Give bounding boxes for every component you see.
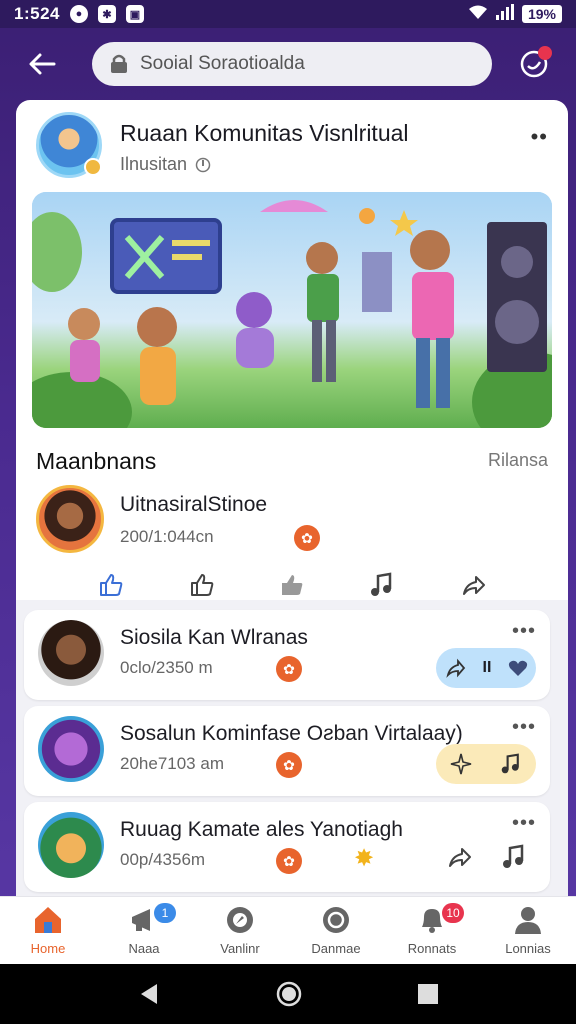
pause-icon: II [482,659,492,676]
music-note-icon [371,572,392,596]
comment-avatar[interactable] [36,485,104,553]
feed-avatar[interactable] [38,620,104,686]
nav-label: Naaa [128,941,160,956]
more-options-icon[interactable]: ••• [512,716,536,739]
feed-avatar[interactable] [38,812,104,878]
status-time: 1:524 [14,4,60,23]
feed-item[interactable]: Siosila Kan Wlranas 0clo/2350 m ✿ ••• II [24,610,550,700]
post-subtitle-text: Ilnusitan [120,154,188,174]
post-card: Ruaan Komunitas Visnlritual Ilnusitan •• [16,100,568,610]
signal-icon [495,3,514,25]
nav-community[interactable]: Danmae [288,897,384,964]
system-nav-bar [0,964,576,1024]
community-illustration [32,192,552,428]
comment-timestamp: 200/1:044cn [120,527,214,546]
sparkle-icon [450,753,472,775]
nav-label: Home [30,941,66,956]
nav-profile[interactable]: Lonnias [480,897,576,964]
post-action-bar [16,565,568,605]
reaction-pill[interactable]: II [436,648,536,688]
search-placeholder: Sooial Soraotioalda [140,53,305,74]
thumbs-up-icon [100,574,123,596]
feed-item-title: Sosalun Kominfase Oƨban Virtalaay) [120,722,463,745]
back-triangle-icon[interactable] [137,982,161,1006]
comment-row[interactable]: UitnasiralStinoe 200/1:044cn ✿ [36,485,548,560]
share-button[interactable] [453,567,493,603]
home-icon [35,907,61,933]
reaction-chip-icon[interactable]: ✿ [276,656,302,682]
status-bar: 1:524 ● ✱ ▣ 19% [0,0,576,28]
feed-avatar[interactable] [38,716,104,782]
info-icon [195,157,211,172]
comment-button[interactable] [182,567,222,603]
share-icon [462,576,485,595]
heart-icon [508,660,527,676]
feed-list: Siosila Kan Wlranas 0clo/2350 m ✿ ••• II… [16,600,568,896]
star-outline-icon [446,658,466,678]
search-input[interactable]: Sooial Soraotioalda [92,42,492,86]
battery-indicator: 19% [521,5,562,23]
comment-author-name: UitnasiralStinoe [120,493,268,516]
feed-item-meta: 0clo/2350 m [120,658,213,677]
back-button[interactable] [22,44,62,84]
nav-home[interactable]: Home [0,897,96,964]
feed-item-meta: 00p/4356m [120,850,206,869]
arrow-left-icon [29,53,56,75]
post-header: Ruaan Komunitas Visnlritual Ilnusitan •• [36,112,548,182]
section-label: Maanbnans [36,448,157,474]
bottom-nav: Home Naaa 1 Vanlinr Danmae Ronnats 10 Lo… [0,896,576,964]
star-icon: ✸ [354,845,375,872]
thumbs-up-filled-icon [281,575,303,595]
section-link[interactable]: Rilansa [488,450,548,471]
reaction-pill[interactable] [436,744,536,784]
nav-label: Vanlinr [220,941,260,956]
music-note-icon [501,753,519,774]
wifi-icon [468,4,488,25]
feed-item[interactable]: Ruuag Kamate ales Yanotiagh 00p/4356m ✿ … [24,802,550,892]
nav-badge: 1 [154,903,176,923]
recents-square-icon[interactable] [417,983,439,1005]
reaction-chip-icon[interactable]: ✿ [276,752,302,778]
notification-dot [538,46,552,60]
chat-bubble-icon [323,907,349,933]
nav-label: Ronnats [407,941,457,956]
share-icon[interactable] [446,844,472,870]
nav-explore[interactable]: Vanlinr [192,897,288,964]
notification-icon: ● [69,5,88,23]
verified-badge [84,158,102,176]
image-notification-icon: ▣ [125,5,144,23]
feed-item-title: Ruuag Kamate ales Yanotiagh [120,818,403,841]
post-title: Ruaan Komunitas Visnlritual [120,120,409,146]
feed-item-title: Siosila Kan Wlranas [120,626,308,649]
nav-badge: 10 [442,903,464,923]
nav-notifications[interactable]: Ronnats 10 [384,897,480,964]
feed-item[interactable]: Sosalun Kominfase Oƨban Virtalaay) 20he7… [24,706,550,796]
thumbs-up-outline-icon [190,574,213,596]
person-icon [515,907,541,934]
app-notification-icon: ✱ [97,5,116,23]
home-circle-icon[interactable] [276,981,302,1007]
feed-actions [446,844,526,870]
notifications-button[interactable] [514,44,554,84]
top-bar: Sooial Soraotioalda [0,28,576,100]
lock-icon [111,54,127,73]
more-options-icon[interactable]: ••• [512,620,536,643]
reaction-chip-icon[interactable]: ✿ [276,848,302,874]
nav-label: Lonnias [505,941,551,956]
feed-item-meta: 20he7103 am [120,754,224,773]
reaction-chip-icon[interactable]: ✿ [294,525,320,551]
like-button[interactable] [91,567,131,603]
compass-icon [227,907,253,933]
post-hero-image[interactable] [32,192,552,428]
music-note-icon[interactable] [502,844,526,870]
nav-news[interactable]: Naaa 1 [96,897,192,964]
react-button[interactable] [272,567,312,603]
nav-label: Danmae [311,941,361,956]
post-subtitle: Ilnusitan [120,154,211,175]
music-button[interactable] [362,567,402,603]
more-options-icon[interactable]: ••• [512,812,536,835]
more-options-icon[interactable]: •• [531,124,548,150]
